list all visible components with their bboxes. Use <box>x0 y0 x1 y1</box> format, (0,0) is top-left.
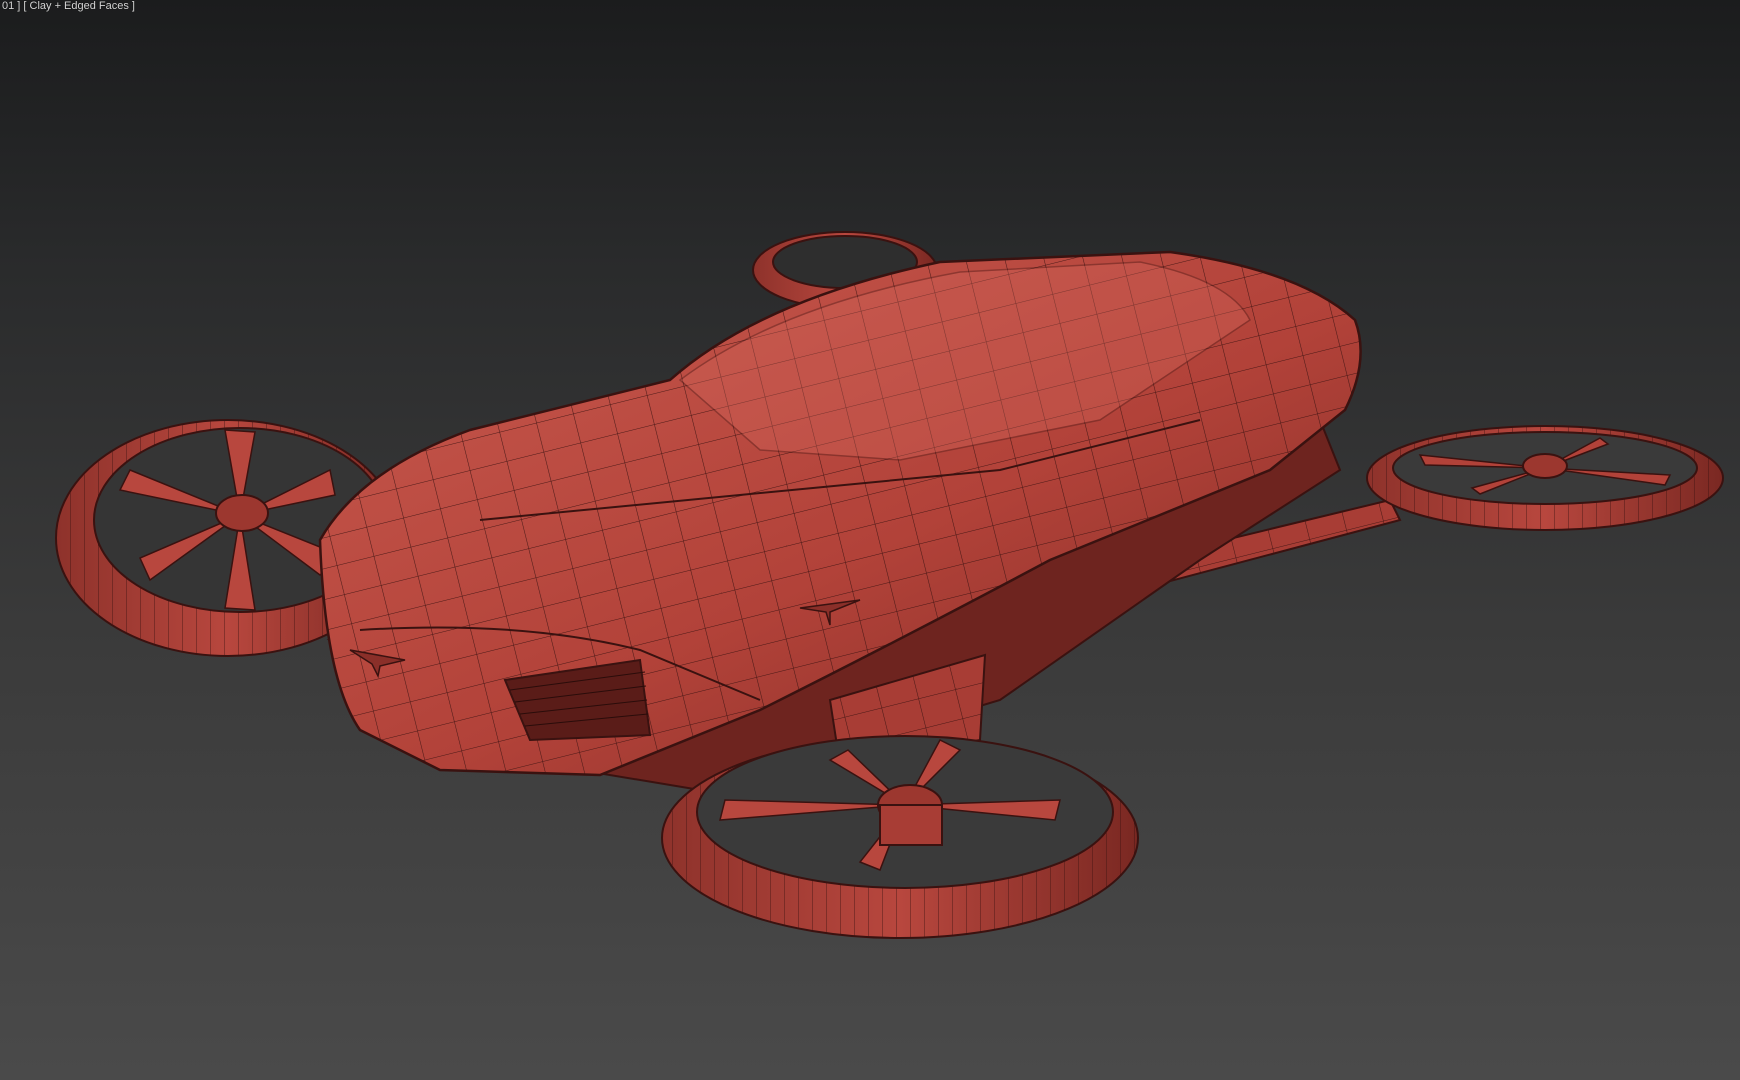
3d-viewport[interactable]: 01 ] [ Clay + Edged Faces ] <box>0 0 1740 1080</box>
flying-car-model[interactable] <box>0 0 1740 1080</box>
rotor-front <box>661 735 1139 939</box>
